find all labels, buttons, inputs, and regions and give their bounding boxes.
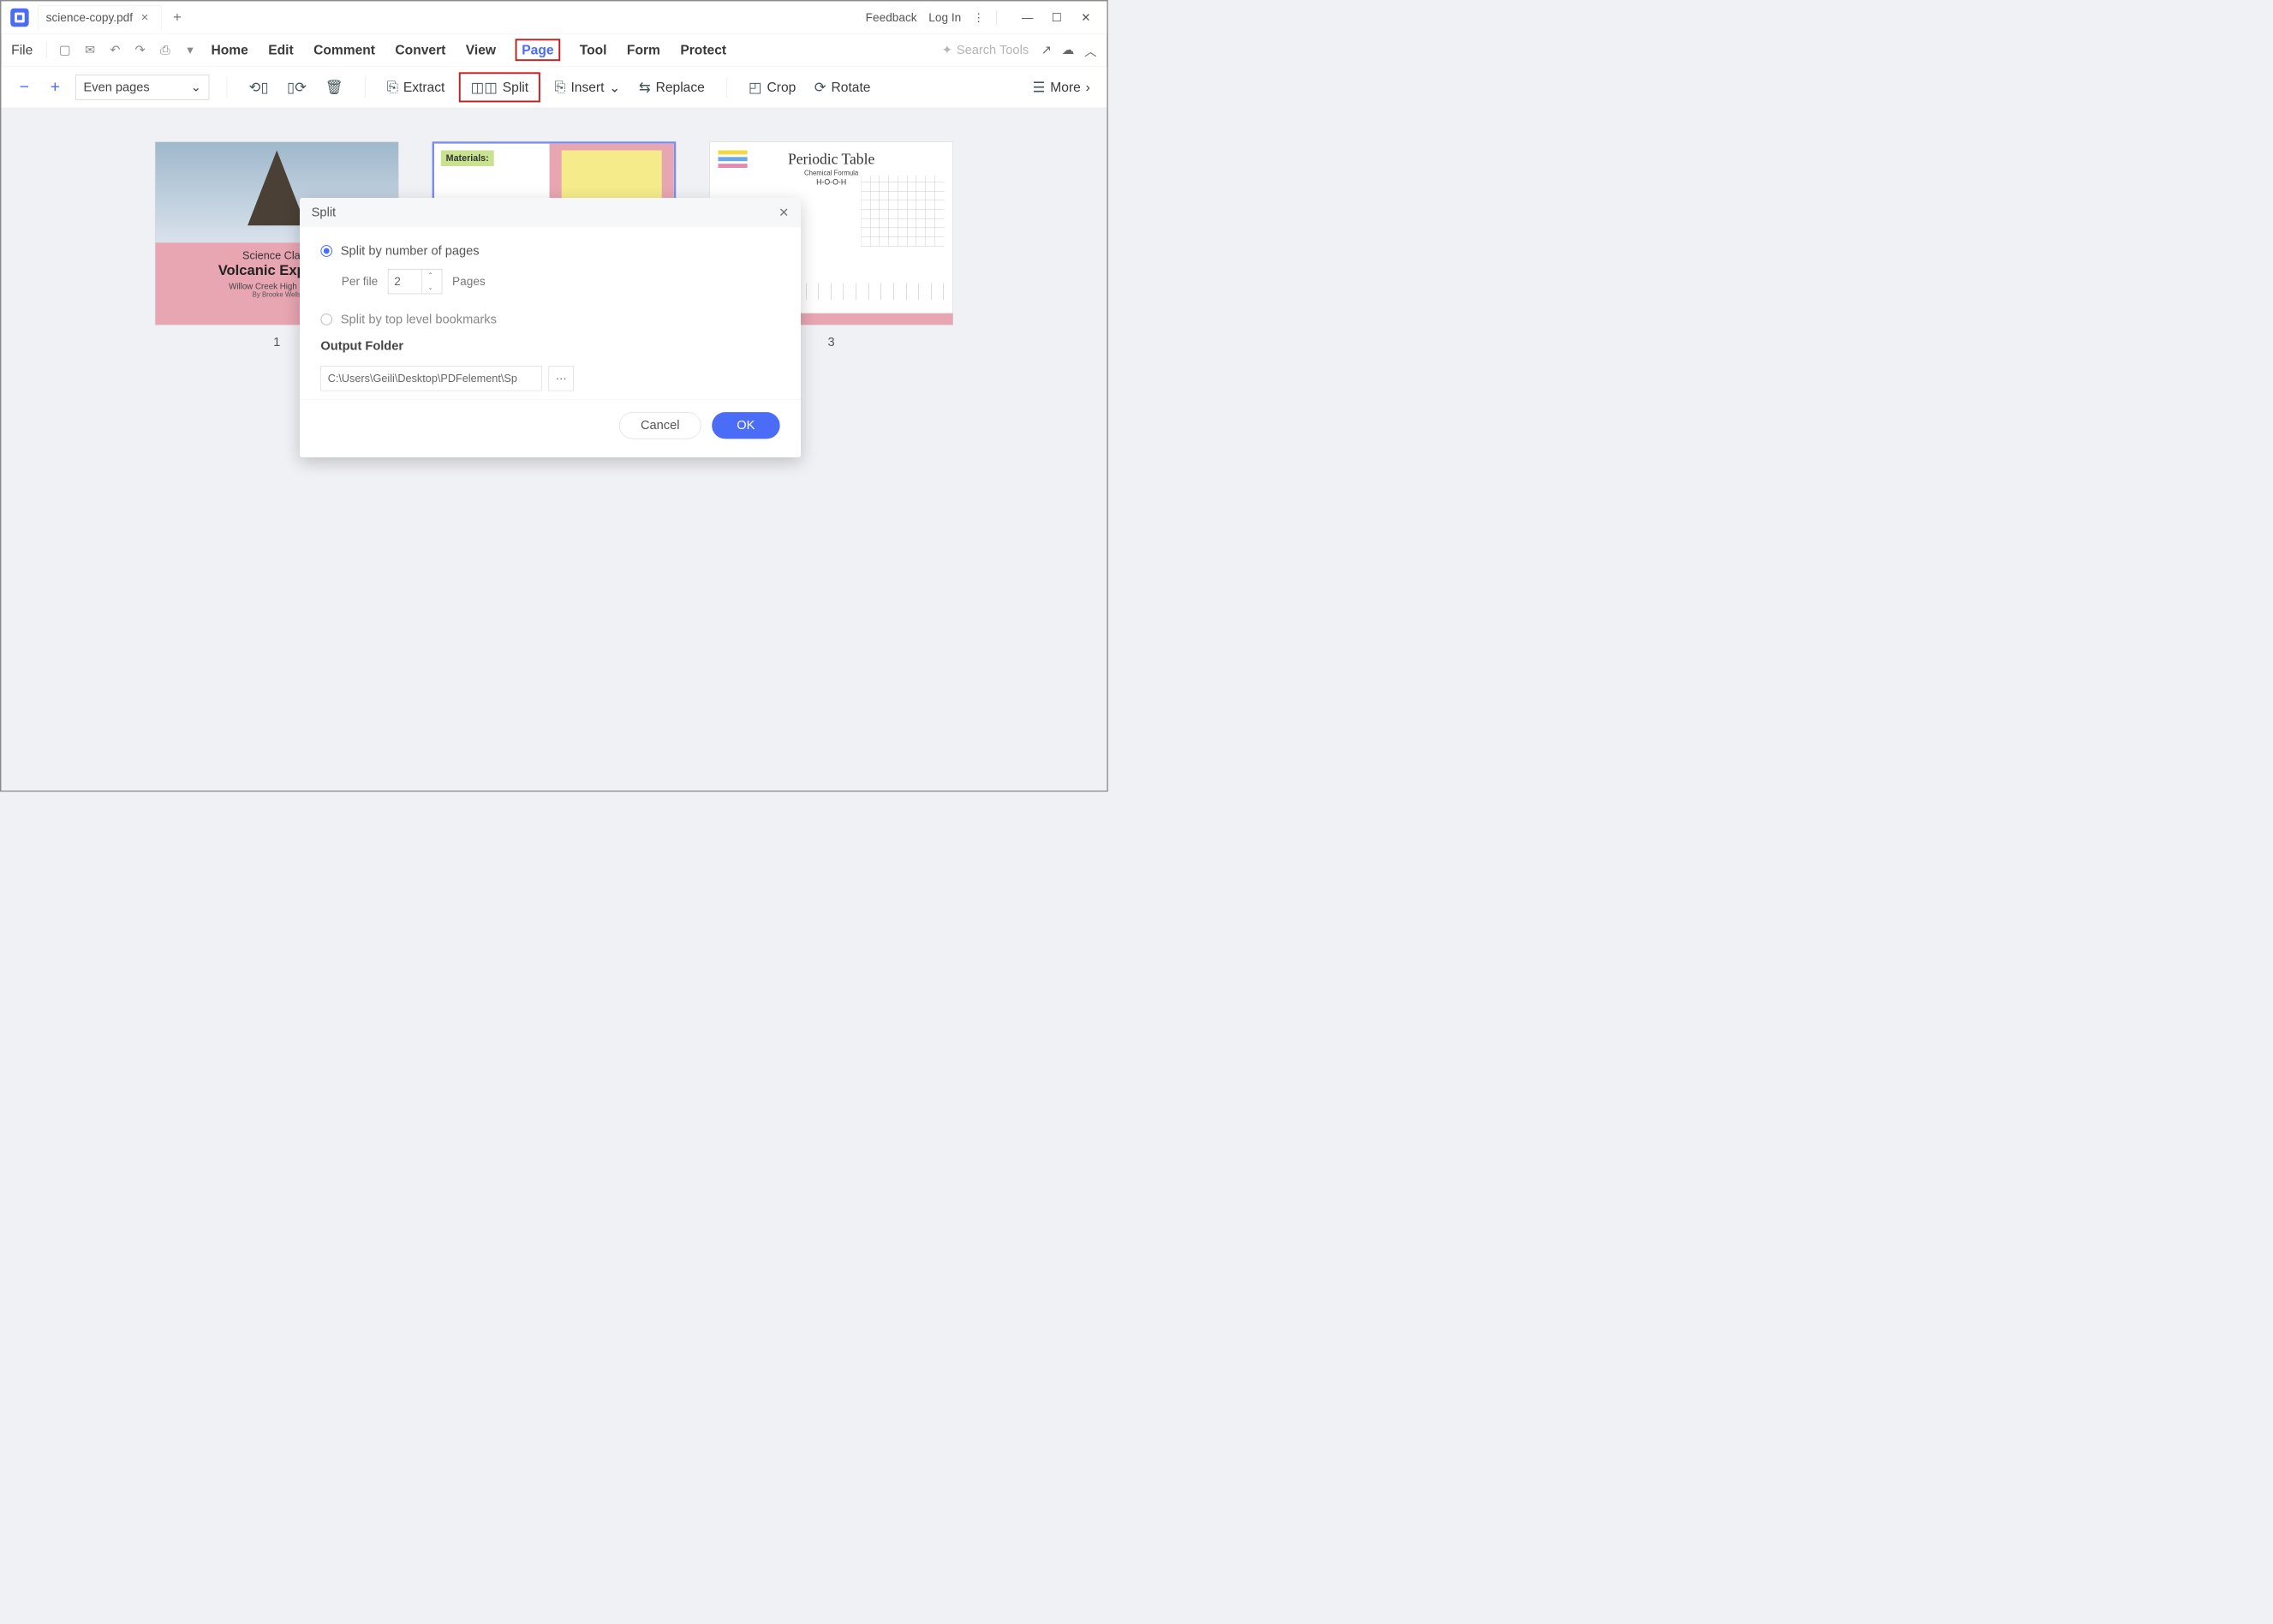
app-logo-icon (10, 9, 28, 27)
crop-button[interactable]: ◰Crop (744, 75, 800, 99)
page-thumbnails-area: Science Class Volcanic Experim Willow Cr… (1, 108, 1107, 791)
dialog-title: Split (312, 206, 336, 220)
trash-icon: 🗑 (325, 79, 343, 96)
dialog-close-button[interactable]: ✕ (779, 206, 789, 220)
page-filter-dropdown[interactable]: Even pages ⌄ (75, 75, 209, 99)
menu-view[interactable]: View (465, 39, 497, 60)
per-file-label: Per file (342, 275, 378, 289)
menu-form[interactable]: Form (626, 39, 661, 60)
radio-split-by-bookmarks[interactable] (320, 313, 332, 325)
pages-label: Pages (452, 275, 486, 289)
periodic-title: Periodic Table (719, 151, 945, 168)
chevron-down-icon: ⌄ (609, 79, 620, 95)
spinner-down-icon[interactable]: ⌄ (422, 282, 438, 294)
mail-icon[interactable]: ✉ (81, 41, 98, 59)
menu-page[interactable]: Page (515, 39, 560, 61)
replace-button[interactable]: ⇆Replace (635, 75, 709, 99)
new-tab-button[interactable]: + (173, 9, 182, 26)
spinner-up-icon[interactable]: ⌃ (422, 269, 438, 281)
menu-comment[interactable]: Comment (313, 39, 376, 60)
file-menu[interactable]: File (11, 42, 33, 57)
extract-icon: ⎘ (387, 79, 398, 95)
new-file-icon[interactable]: ▢ (56, 41, 74, 59)
delete-page-button[interactable]: 🗑 (321, 75, 348, 99)
menu-tool[interactable]: Tool (579, 39, 608, 60)
feedback-link[interactable]: Feedback (866, 10, 917, 24)
browse-folder-button[interactable]: ··· (549, 366, 574, 391)
close-window-button[interactable]: ✕ (1073, 9, 1098, 26)
output-folder-input[interactable] (320, 366, 541, 391)
kebab-menu-icon[interactable]: ⋮ (973, 10, 985, 24)
output-folder-label: Output Folder (320, 339, 779, 354)
pages-per-file-input[interactable] (388, 275, 421, 289)
page-number: 1 (273, 335, 280, 349)
cancel-button[interactable]: Cancel (619, 412, 701, 439)
redo-icon[interactable]: ↷ (131, 41, 149, 59)
periodic-grid (861, 176, 944, 247)
main-menu: Home Edit Comment Convert View Page Tool… (210, 39, 727, 61)
rotate-left-icon: ⟲▯ (249, 79, 269, 96)
chevron-down-icon: ⌄ (191, 80, 201, 94)
menu-home[interactable]: Home (210, 39, 248, 60)
document-tab[interactable]: science-copy.pdf × (38, 5, 161, 30)
maximize-button[interactable]: ☐ (1044, 9, 1069, 26)
more-icon: ☰ (1033, 79, 1046, 96)
rotate-right-button[interactable]: ▯⟳ (283, 75, 311, 99)
login-link[interactable]: Log In (928, 10, 961, 24)
menu-convert[interactable]: Convert (394, 39, 446, 60)
customize-icon[interactable]: ▾ (181, 41, 199, 59)
rotate-button[interactable]: ⟳Rotate (810, 75, 874, 99)
page-number: 3 (828, 335, 835, 349)
split-icon: ◫◫ (471, 79, 498, 96)
collapse-ribbon-icon[interactable]: ︿ (1084, 41, 1097, 59)
menubar: File ▢ ✉ ↶ ↷ ⎙ ▾ Home Edit Comment Conve… (1, 33, 1107, 66)
extract-button[interactable]: ⎘Extract (383, 75, 449, 99)
radio-split-by-pages[interactable] (320, 245, 332, 257)
sticky-note (562, 151, 662, 201)
print-icon[interactable]: ⎙ (156, 41, 174, 59)
split-dialog: Split ✕ Split by number of pages Per fil… (300, 198, 801, 457)
zoom-out-button[interactable]: − (14, 76, 34, 97)
bulb-icon: ✦ (942, 43, 952, 57)
tab-title: science-copy.pdf (46, 11, 133, 25)
replace-icon: ⇆ (639, 79, 651, 96)
menu-edit[interactable]: Edit (267, 39, 294, 60)
more-button[interactable]: ☰More › (1029, 75, 1095, 99)
crop-icon: ◰ (749, 79, 762, 96)
menu-protect[interactable]: Protect (679, 39, 727, 60)
search-tools-placeholder: Search Tools (957, 43, 1029, 57)
ok-button[interactable]: OK (712, 412, 780, 439)
rotate-right-icon: ▯⟳ (287, 79, 307, 96)
pages-per-file-spinner[interactable]: ⌃ ⌄ (388, 269, 442, 294)
minimize-button[interactable]: — (1015, 9, 1040, 26)
split-button[interactable]: ◫◫Split (459, 72, 540, 102)
rotate-icon: ⟳ (814, 79, 826, 96)
share-icon[interactable]: ↗ (1041, 43, 1052, 57)
close-tab-icon[interactable]: × (141, 10, 149, 25)
insert-icon: ⎘ (554, 79, 565, 95)
zoom-in-button[interactable]: + (45, 76, 65, 97)
page-toolbar: − + Even pages ⌄ ⟲▯ ▯⟳ 🗑 ⎘Extract ◫◫Spli… (1, 67, 1107, 109)
chevron-right-icon: › (1086, 80, 1090, 95)
insert-button[interactable]: ⎘Insert ⌄ (550, 75, 624, 99)
undo-icon[interactable]: ↶ (106, 41, 124, 59)
radio-label-pages: Split by number of pages (341, 244, 480, 259)
rotate-left-button[interactable]: ⟲▯ (245, 75, 273, 99)
page-filter-value: Even pages (84, 80, 150, 94)
materials-label: Materials: (441, 151, 494, 167)
search-tools[interactable]: ✦ Search Tools (942, 43, 1029, 57)
volcano-illustration (248, 151, 306, 226)
radio-label-bookmarks: Split by top level bookmarks (341, 313, 497, 327)
cloud-icon[interactable]: ☁ (1062, 43, 1075, 57)
titlebar: science-copy.pdf × + Feedback Log In ⋮ —… (1, 1, 1107, 33)
